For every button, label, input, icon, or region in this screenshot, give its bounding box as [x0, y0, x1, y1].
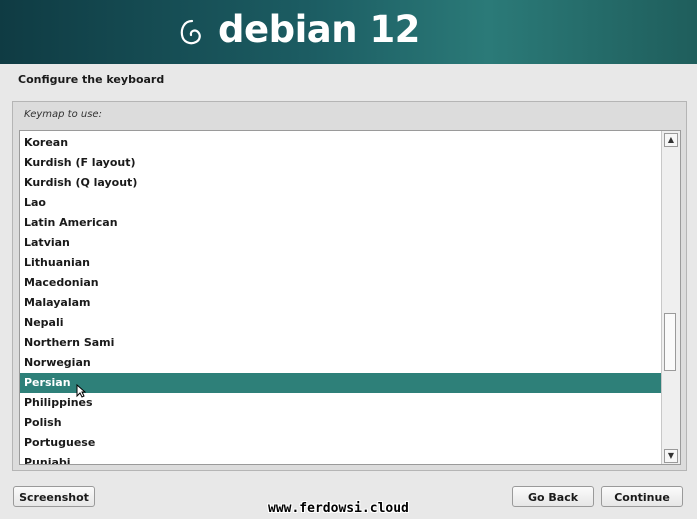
keymap-list[interactable]: Korean Kurdish (F layout) Kurdish (Q lay… — [19, 130, 681, 465]
debian-logo-text: debian 12 — [218, 8, 420, 51]
list-item[interactable]: Punjabi — [20, 453, 662, 464]
debian-swirl-icon — [180, 19, 201, 45]
mouse-pointer-icon — [76, 384, 86, 398]
list-item[interactable]: Nepali — [20, 313, 662, 333]
list-item[interactable]: Portuguese — [20, 433, 662, 453]
list-item[interactable]: Macedonian — [20, 273, 662, 293]
list-item[interactable]: Korean — [20, 133, 662, 153]
list-item[interactable]: Kurdish (Q layout) — [20, 173, 662, 193]
list-item[interactable]: Latin American — [20, 213, 662, 233]
go-back-button[interactable]: Go Back — [512, 486, 594, 507]
list-item[interactable]: Latvian — [20, 233, 662, 253]
list-item[interactable]: Lithuanian — [20, 253, 662, 273]
watermark-text: www.ferdowsi.cloud — [268, 501, 409, 516]
scrollbar-thumb[interactable] — [664, 313, 676, 371]
arrow-down-icon[interactable]: ▼ — [664, 449, 678, 463]
list-item[interactable]: Kurdish (F layout) — [20, 153, 662, 173]
list-item[interactable]: Norwegian — [20, 353, 662, 373]
list-item[interactable]: Philippines — [20, 393, 662, 413]
debian-banner: debian 12 — [0, 0, 697, 64]
arrow-up-icon[interactable]: ▲ — [664, 133, 678, 147]
list-item[interactable]: Polish — [20, 413, 662, 433]
list-item-selected[interactable]: Persian — [20, 373, 662, 393]
list-scrollbar[interactable]: ▲ ▼ — [661, 131, 680, 464]
keymap-label: Keymap to use: — [24, 109, 102, 120]
page-title: Configure the keyboard — [18, 73, 165, 86]
continue-button[interactable]: Continue — [601, 486, 683, 507]
list-item[interactable]: Northern Sami — [20, 333, 662, 353]
list-item[interactable]: Lao — [20, 193, 662, 213]
list-item[interactable]: Malayalam — [20, 293, 662, 313]
screenshot-button[interactable]: Screenshot — [13, 486, 95, 507]
